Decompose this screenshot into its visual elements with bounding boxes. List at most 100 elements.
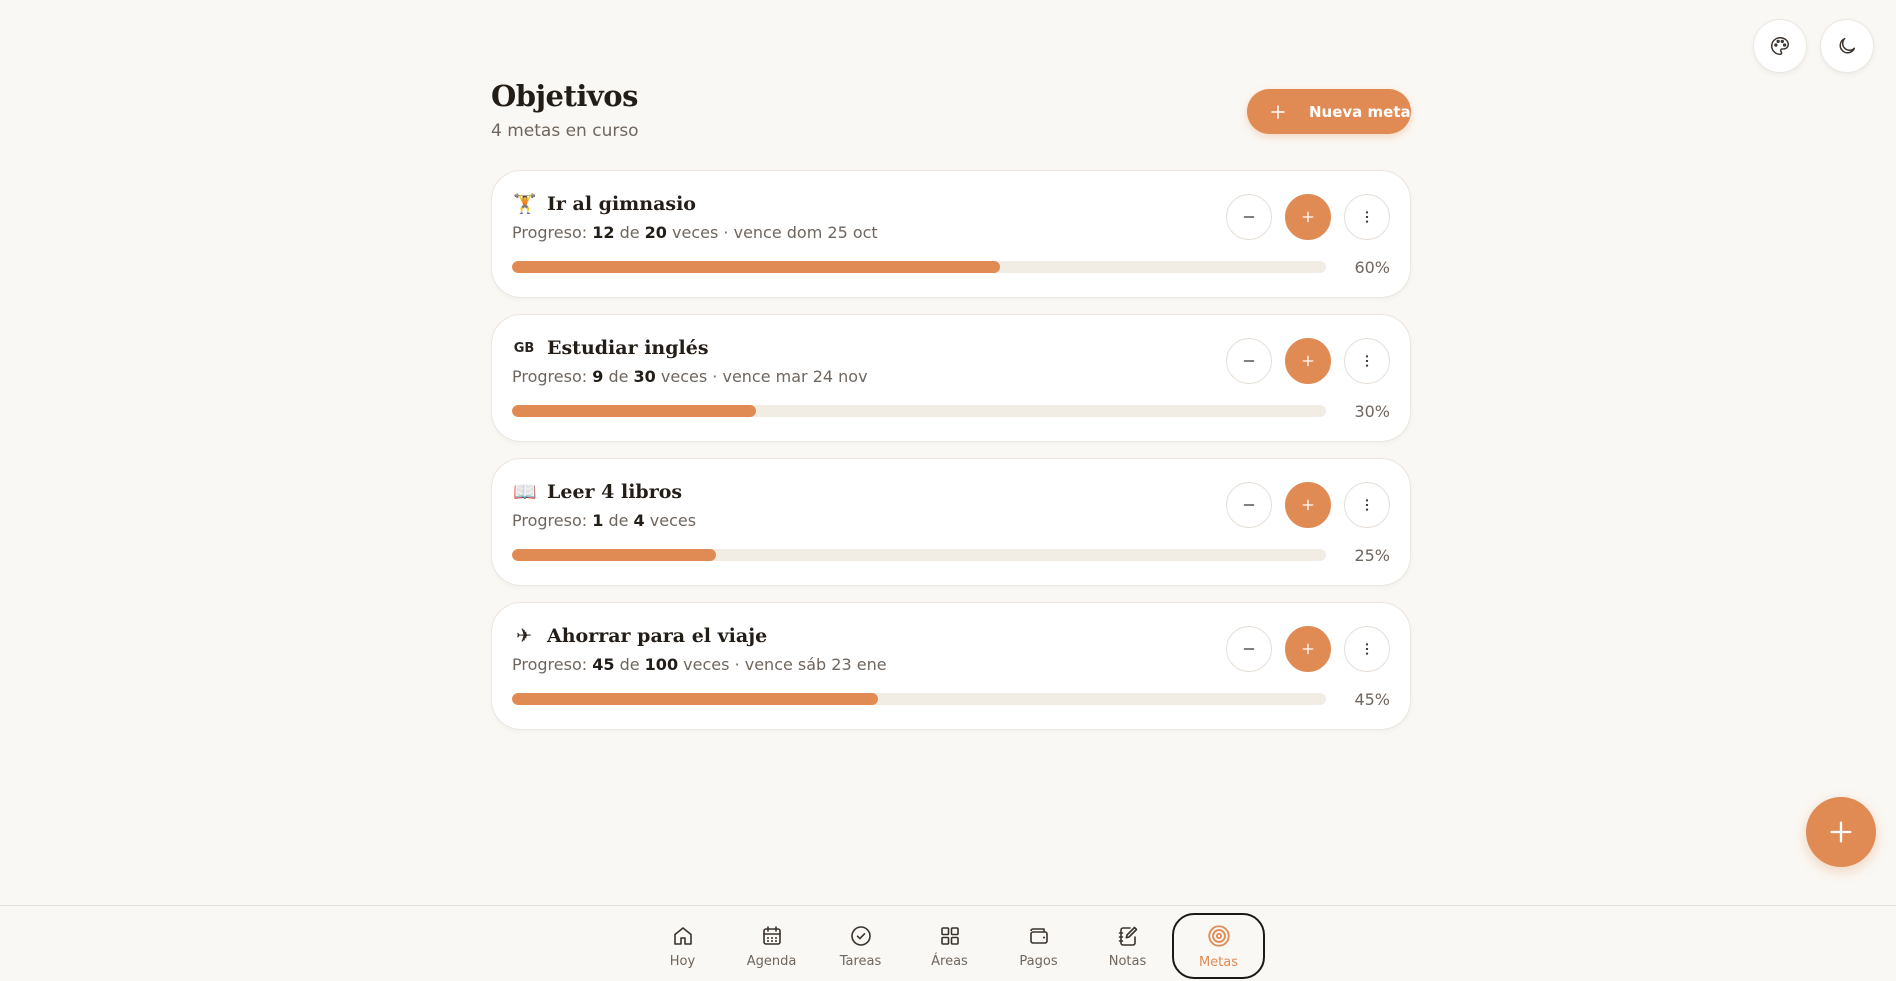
more-vertical-icon: [1365, 355, 1369, 367]
decrement-button[interactable]: [1226, 482, 1272, 528]
progress-unit: veces: [649, 511, 697, 530]
nav-item-pagos[interactable]: Pagos: [994, 913, 1083, 979]
goal-controls: [1226, 338, 1390, 384]
theme-palette-button[interactable]: [1753, 19, 1807, 73]
progress-unit: veces: [683, 655, 730, 674]
calendar-icon: [762, 925, 781, 945]
progress-current: 45: [592, 655, 615, 674]
nav-item-metas[interactable]: Metas: [1172, 913, 1265, 979]
wallet-icon: [1029, 927, 1048, 944]
flag-gb-icon: GB: [513, 340, 535, 356]
new-goal-label: Nueva meta: [1309, 102, 1411, 121]
check-circle-icon: [850, 925, 871, 946]
add-fab-button[interactable]: [1806, 797, 1876, 867]
more-vertical-icon: [1365, 499, 1369, 511]
page-title: Objetivos: [491, 79, 638, 113]
nav-label: Tareas: [839, 953, 882, 969]
increment-button[interactable]: [1285, 338, 1331, 384]
progress-target: 100: [644, 655, 679, 674]
progress-due: · vence mar 24 nov: [712, 367, 868, 386]
more-options-button[interactable]: [1344, 482, 1390, 528]
plus-icon: [1302, 643, 1314, 655]
goal-list: 🏋 Ir al gimnasio Progreso: 12 de 20 vece…: [491, 170, 1411, 730]
goal-card: GB Estudiar inglés Progreso: 9 de 30 vec…: [491, 314, 1411, 442]
nav-item-areas[interactable]: Áreas: [905, 913, 994, 979]
nav-label: Pagos: [1019, 953, 1058, 969]
decrement-button[interactable]: [1226, 626, 1272, 672]
plus-icon: [1830, 821, 1852, 843]
minus-icon: [1243, 504, 1255, 506]
goal-controls: [1226, 482, 1390, 528]
page-header: Objetivos 4 metas en curso Nueva meta: [491, 79, 1411, 170]
progress-due: · vence dom 25 oct: [723, 223, 878, 242]
progress-percent: 45%: [1354, 690, 1390, 709]
progress-target: 30: [633, 367, 656, 386]
notebook-icon: [1118, 926, 1137, 946]
home-icon: [673, 926, 692, 945]
progress-of: de: [608, 511, 629, 530]
goal-progress-text: Progreso: 12 de 20 veces · vence dom 25 …: [512, 223, 878, 242]
new-goal-button[interactable]: Nueva meta: [1247, 89, 1411, 134]
goal-progress-text: Progreso: 45 de 100 veces · vence sáb 23…: [512, 655, 887, 674]
progress-fill: [512, 549, 716, 561]
more-options-button[interactable]: [1344, 626, 1390, 672]
more-options-button[interactable]: [1344, 338, 1390, 384]
goal-name: Estudiar inglés: [547, 337, 709, 359]
target-icon: [1207, 924, 1230, 947]
goal-title-row: 📖 Leer 4 libros: [513, 481, 682, 503]
progress-track: [512, 549, 1326, 561]
increment-button[interactable]: [1285, 194, 1331, 240]
decrement-button[interactable]: [1226, 338, 1272, 384]
goal-title-row: GB Estudiar inglés: [513, 337, 709, 359]
nav-items: Hoy Agenda Tareas Áreas Pagos Notas Meta…: [638, 913, 1265, 979]
progress-unit: veces: [672, 223, 719, 242]
progress-percent: 25%: [1354, 546, 1390, 565]
progress-fill: [512, 405, 757, 417]
nav-label: Metas: [1198, 954, 1239, 970]
progress-of: de: [619, 655, 640, 674]
progress-track: [512, 693, 1326, 705]
decrement-button[interactable]: [1226, 194, 1272, 240]
progress-prefix: Progreso:: [512, 511, 588, 530]
progress-of: de: [619, 223, 640, 242]
goal-card: 🏋 Ir al gimnasio Progreso: 12 de 20 vece…: [491, 170, 1411, 298]
progress-of: de: [608, 367, 629, 386]
increment-button[interactable]: [1285, 626, 1331, 672]
goal-card: ✈ Ahorrar para el viaje Progreso: 45 de …: [491, 602, 1411, 730]
goal-name: Ahorrar para el viaje: [547, 625, 768, 647]
main-content: Objetivos 4 metas en curso Nueva meta 🏋 …: [491, 79, 1411, 730]
progress-current: 9: [592, 367, 604, 386]
progress-current: 1: [592, 511, 604, 530]
goal-progress-text: Progreso: 9 de 30 veces · vence mar 24 n…: [512, 367, 868, 386]
goal-controls: [1226, 626, 1390, 672]
goal-emoji-icon: 🏋: [513, 192, 537, 215]
progress-track: [512, 261, 1326, 273]
progress-current: 12: [592, 223, 615, 242]
dark-mode-button[interactable]: [1820, 19, 1874, 73]
goal-title-row: 🏋 Ir al gimnasio: [513, 193, 696, 215]
nav-item-tareas[interactable]: Tareas: [816, 913, 905, 979]
progress-target: 20: [644, 223, 667, 242]
top-actions: [1753, 19, 1874, 73]
goal-card: 📖 Leer 4 libros Progreso: 1 de 4 veces 2…: [491, 458, 1411, 586]
nav-label: Áreas: [931, 953, 968, 969]
bottom-nav: Hoy Agenda Tareas Áreas Pagos Notas Meta…: [0, 905, 1896, 981]
goal-name: Ir al gimnasio: [547, 193, 696, 215]
grid-icon: [940, 926, 959, 945]
nav-item-hoy[interactable]: Hoy: [638, 913, 727, 979]
page-subtitle: 4 metas en curso: [491, 121, 639, 141]
nav-item-agenda[interactable]: Agenda: [727, 913, 816, 979]
more-options-button[interactable]: [1344, 194, 1390, 240]
increment-button[interactable]: [1285, 482, 1331, 528]
progress-due: · vence sáb 23 ene: [734, 655, 887, 674]
moon-icon: [1839, 37, 1856, 54]
progress-percent: 30%: [1354, 402, 1390, 421]
progress-fill: [512, 261, 1001, 273]
palette-icon: [1771, 37, 1789, 55]
goal-name: Leer 4 libros: [547, 481, 683, 503]
title-block: Objetivos 4 metas en curso: [491, 79, 639, 141]
nav-item-notas[interactable]: Notas: [1083, 913, 1172, 979]
more-vertical-icon: [1365, 643, 1369, 655]
minus-icon: [1243, 648, 1255, 650]
more-vertical-icon: [1365, 211, 1369, 223]
